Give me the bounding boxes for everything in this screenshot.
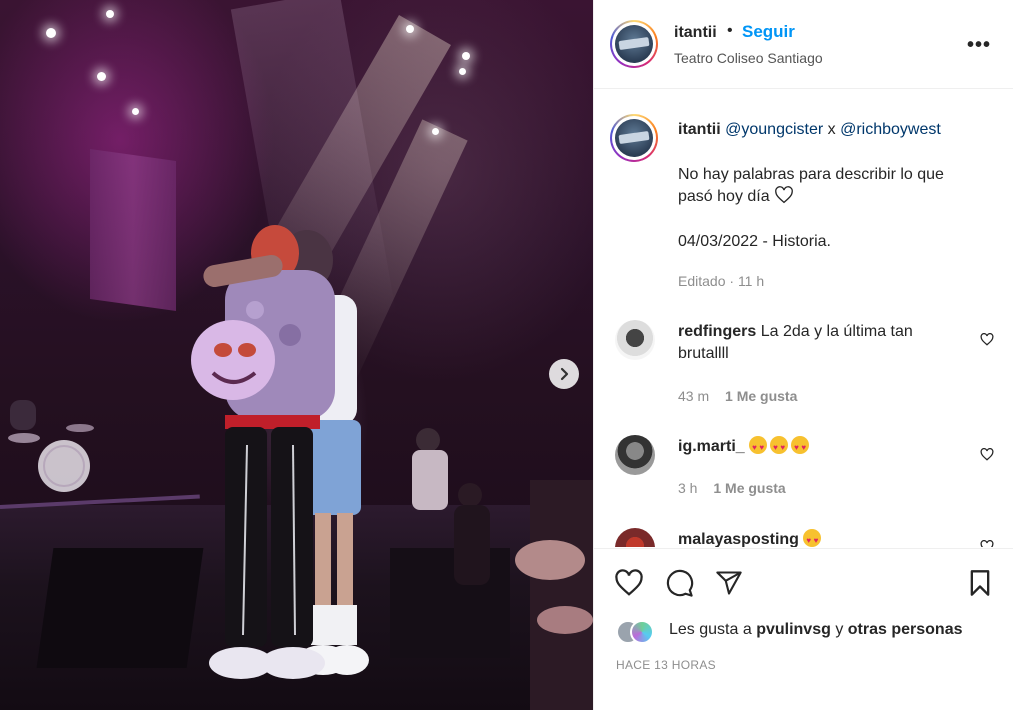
avatar[interactable] [615, 435, 655, 475]
comment-meta: 43 m 1 Me gusta [678, 388, 797, 404]
like-comment-icon[interactable] [980, 333, 994, 346]
caption-header: itantii @youngcister x @richboywest [678, 119, 941, 141]
comment-text: La 2da y la última tan [760, 323, 913, 340]
comment-line: redfingers La 2da y la última tan [678, 321, 913, 343]
like-comment-icon[interactable] [980, 448, 994, 461]
header-separator: • [727, 22, 733, 39]
spotlight [406, 25, 414, 33]
liker-avatars[interactable] [616, 620, 656, 644]
post-header: itantii • Seguir Teatro Coliseo Santiago… [594, 0, 1013, 89]
spotlight [432, 128, 439, 135]
like-comment-icon[interactable] [980, 540, 994, 547]
spotlight [462, 52, 470, 60]
caption-line: pasó hoy día [678, 186, 794, 208]
follow-button[interactable]: Seguir [742, 22, 795, 42]
more-options-button[interactable]: ••• [967, 34, 991, 57]
spotlight [459, 68, 466, 75]
caption-connector: x [827, 121, 836, 138]
post-username[interactable]: itantii [674, 24, 717, 42]
caption-time[interactable]: 11 h [738, 273, 764, 289]
others-link[interactable]: otras personas [848, 621, 963, 638]
comment-time[interactable]: 43 m [678, 388, 709, 404]
paper-plane-icon[interactable] [715, 569, 743, 597]
comment-line: ig.marti_ [678, 436, 812, 459]
likes-prefix: Les gusta a [669, 621, 752, 638]
audience [412, 428, 593, 710]
spotlight [132, 108, 139, 115]
avatar[interactable] [615, 528, 655, 547]
spotlight [106, 10, 114, 18]
spotlight [97, 72, 106, 81]
next-photo-button[interactable] [549, 359, 579, 389]
comment-icon[interactable] [665, 569, 694, 598]
avatar[interactable] [615, 320, 655, 360]
post-location[interactable]: Teatro Coliseo Santiago [674, 50, 823, 66]
likes-connector: y [835, 621, 844, 638]
post-side-panel: itantii • Seguir Teatro Coliseo Santiago… [593, 0, 1016, 710]
heart-eyes-emoji-icon [791, 436, 810, 459]
edited-label: Editado [678, 273, 726, 289]
caption-line: No hay palabras para describir lo que [678, 166, 944, 183]
caption-username[interactable]: itantii [678, 121, 721, 138]
stage-monitor [36, 548, 204, 668]
caption-meta: Editado · 11 h [678, 273, 764, 289]
liker-username[interactable]: pvulinvsg [756, 621, 831, 638]
mention-link[interactable]: @youngcister [725, 121, 823, 138]
comment-username[interactable]: redfingers [678, 323, 756, 340]
comment-line: brutallll [678, 345, 729, 362]
caption-line-text: pasó hoy día [678, 188, 770, 205]
heart-eyes-emoji-icon [749, 436, 768, 459]
heart-icon [775, 186, 793, 204]
avatar[interactable] [610, 114, 658, 162]
mention-link[interactable]: @richboywest [840, 121, 941, 138]
drum-kit [8, 400, 94, 492]
performers [191, 225, 369, 679]
avatar[interactable] [610, 20, 658, 68]
stage-screen [90, 148, 176, 312]
comment-likes[interactable]: 1 Me gusta [725, 388, 797, 404]
heart-icon[interactable] [614, 569, 644, 597]
comment-time[interactable]: 3 h [678, 480, 697, 496]
heart-eyes-emoji-icon [803, 529, 822, 547]
bookmark-icon[interactable] [967, 569, 993, 597]
comment-line: malayasposting [678, 529, 824, 547]
spotlight [46, 28, 56, 38]
comment-meta: 3 h 1 Me gusta [678, 480, 786, 496]
heart-eyes-emoji-icon [770, 436, 789, 459]
chevron-right-icon [560, 367, 569, 381]
comment-username[interactable]: malayasposting [678, 531, 799, 547]
post-timestamp[interactable]: HACE 13 HORAS [616, 658, 716, 672]
caption-line: 04/03/2022 - Historia. [678, 233, 831, 250]
comments-list: itantii @youngcister x @richboywest No h… [594, 90, 1013, 547]
comment-username[interactable]: ig.marti_ [678, 438, 745, 455]
likes-summary: Les gusta a pvulinvsg y otras personas [669, 621, 963, 639]
meta-dot: · [729, 273, 735, 289]
comment-likes[interactable]: 1 Me gusta [713, 480, 785, 496]
post-photo [0, 0, 593, 710]
